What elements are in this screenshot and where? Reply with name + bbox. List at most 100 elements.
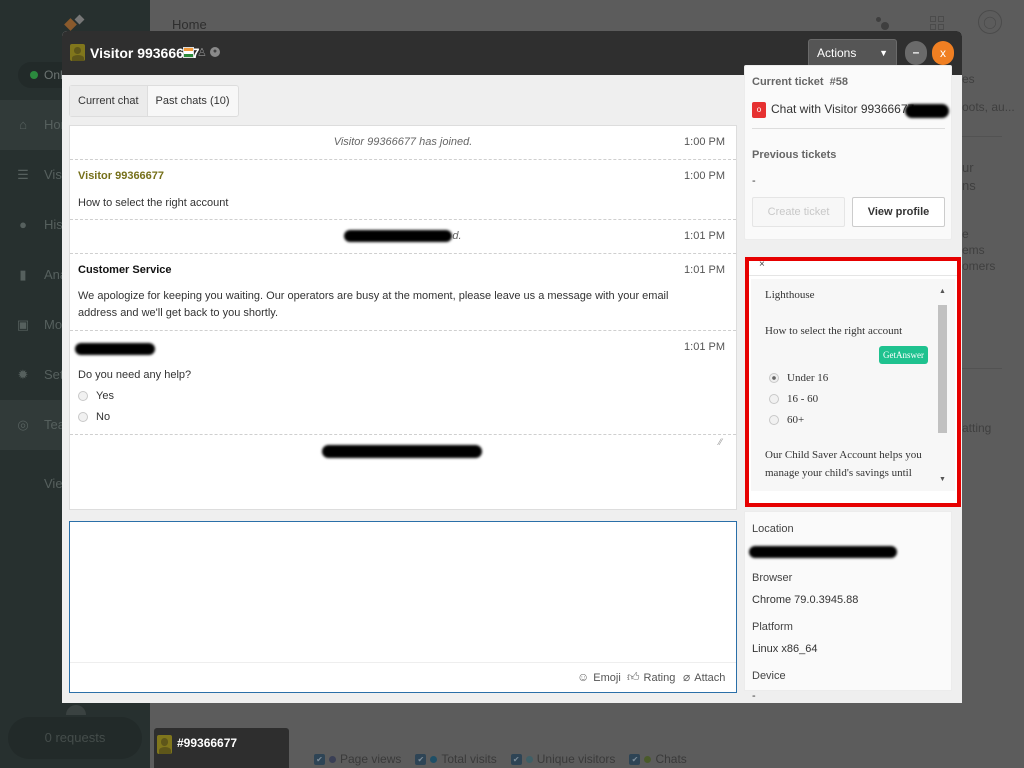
radio-selected[interactable]	[769, 373, 779, 384]
platform-value: Linux x86_64	[752, 643, 818, 655]
message-composer: ☺ Emoji 👍︎ Rating ⌀ Attach	[69, 521, 737, 693]
breadcrumb[interactable]: Home	[172, 17, 207, 32]
message-time: 1:00 PM	[684, 170, 725, 182]
option-16-60[interactable]: 16 - 60	[769, 393, 818, 405]
checkbox-icon[interactable]: ✔	[629, 753, 641, 765]
legend-label: Unique visitors	[536, 752, 616, 766]
thumbs-up-icon: 👍︎	[627, 670, 640, 684]
checkbox-icon[interactable]: ✔	[415, 753, 427, 765]
radio-button[interactable]	[78, 411, 88, 422]
legend-dot	[430, 755, 438, 763]
option-under-16[interactable]: Under 16	[769, 372, 828, 384]
option-no[interactable]: No	[78, 409, 110, 426]
radio-button[interactable]	[769, 415, 779, 426]
option-60-plus[interactable]: 60+	[769, 414, 804, 426]
current-ticket-label: Current ticket #58	[752, 76, 849, 88]
option-label: Yes	[96, 390, 114, 402]
attach-button[interactable]: ⌀ Attach	[683, 670, 725, 684]
lighthouse-question: How to select the right account	[765, 325, 903, 337]
ticket-card: Current ticket #58 o Chat with Visitor 99…	[744, 65, 952, 240]
scroll-up-icon[interactable]: ▲	[938, 287, 947, 295]
linux-os-icon: ♙	[197, 47, 207, 59]
option-yes[interactable]: Yes	[78, 388, 114, 405]
system-message: Visitor 99366677 has joined.	[333, 136, 473, 148]
apps-grid-icon[interactable]	[930, 16, 944, 30]
ticket-status-badge: o	[752, 102, 766, 118]
radio-button[interactable]	[78, 390, 88, 401]
checkbox-icon[interactable]: ✔	[314, 753, 325, 765]
browser-label: Browser	[752, 572, 793, 584]
india-flag-icon	[183, 47, 194, 58]
message-author: Visitor 99366677	[78, 170, 165, 182]
create-ticket-button[interactable]: Create ticket	[752, 197, 845, 227]
device-value: -	[752, 690, 756, 702]
bg-text: oots, au...	[962, 100, 1015, 114]
bg-text: ns	[962, 178, 976, 193]
message-input[interactable]	[70, 522, 736, 662]
bg-text: omers	[962, 259, 996, 273]
clock-icon: ●	[19, 217, 27, 232]
redacted-text	[905, 104, 949, 118]
tab-current-chat[interactable]: Current chat	[70, 86, 148, 116]
redacted-location	[749, 546, 897, 558]
agents-icon	[66, 705, 86, 715]
visitor-info-card: Location Browser Chrome 79.0.3945.88 Pla…	[744, 511, 952, 702]
rating-label: Rating	[643, 672, 676, 684]
legend-chats[interactable]: ✔ Chats	[629, 752, 687, 766]
requests-counter[interactable]: 0 requests	[8, 717, 142, 759]
visitor-avatar-icon	[157, 735, 172, 754]
scrollbar-thumb[interactable]	[938, 305, 947, 433]
actions-dropdown[interactable]: Actions ▼	[808, 39, 897, 67]
rating-button[interactable]: 👍︎ Rating	[627, 670, 675, 685]
chat-message: ⁄⁄	[70, 435, 736, 495]
close-icon[interactable]: ×	[759, 259, 765, 270]
minimize-button[interactable]: –	[905, 41, 927, 65]
divider	[962, 368, 1002, 369]
radio-button[interactable]	[769, 394, 779, 405]
legend-dot	[525, 755, 533, 763]
smiley-icon: ☺	[577, 670, 590, 684]
legend-total-visits[interactable]: ✔ Total visits	[415, 752, 497, 766]
emoji-button[interactable]: ☺ Emoji	[577, 670, 621, 684]
composer-toolbar: ☺ Emoji 👍︎ Rating ⌀ Attach	[70, 662, 736, 692]
close-button[interactable]: x	[932, 41, 954, 65]
option-label: 16 - 60	[787, 393, 819, 405]
bg-text: e	[962, 227, 969, 241]
scroll-down-icon[interactable]: ▼	[938, 475, 947, 483]
legend-page-views[interactable]: ✔ Page views	[314, 752, 401, 766]
get-answer-button[interactable]: GetAnswer	[879, 346, 928, 364]
platform-label: Platform	[752, 621, 793, 633]
resize-handle-icon[interactable]: ⁄⁄	[719, 437, 722, 447]
lighthouse-content[interactable]: Lighthouse How to select the right accou…	[751, 279, 955, 491]
teams-icon: ◎	[17, 417, 29, 432]
current-ticket-link[interactable]: o Chat with Visitor 99366677	[752, 102, 914, 118]
chat-log[interactable]: Visitor 99366677 has joined. 1:00 PM Vis…	[69, 125, 737, 510]
attach-label: Attach	[694, 672, 726, 684]
view-profile-button[interactable]: View profile	[852, 197, 945, 227]
divider	[962, 136, 1002, 137]
chat-message: Visitor 99366677 has joined. 1:00 PM	[70, 126, 736, 160]
message-text: How to select the right account	[78, 197, 229, 209]
minimized-chat-tab[interactable]: #99366677	[154, 728, 289, 768]
legend-dot	[329, 755, 336, 763]
legend-unique-visitors[interactable]: ✔ Unique visitors	[510, 752, 616, 766]
bg-text: es	[962, 72, 975, 86]
user-avatar-icon[interactable]: ◯	[978, 10, 1002, 34]
option-label: Under 16	[787, 372, 829, 384]
checkbox-icon[interactable]: ✔	[510, 753, 522, 765]
paperclip-icon: ⌀	[683, 670, 691, 684]
lighthouse-title: Lighthouse	[765, 289, 815, 301]
option-label: No	[96, 411, 111, 423]
message-author: Customer Service	[78, 264, 172, 276]
scrollbar[interactable]: ▲ ▼	[938, 287, 947, 483]
actions-label: Actions	[817, 46, 857, 60]
chat-message: Visitor 99366677 1:00 PM How to select t…	[70, 160, 736, 220]
browser-value: Chrome 79.0.3945.88	[752, 594, 859, 606]
bar-chart-icon: ▮	[19, 267, 27, 282]
previous-tickets-value: -	[752, 175, 756, 187]
chart-legend: ✔ Page views ✔ Total visits ✔ Unique visito…	[314, 752, 687, 766]
notifications-icon[interactable]	[876, 17, 890, 31]
answer-text-line: Our Child Saver Account helps you	[765, 449, 922, 461]
redacted-author	[75, 343, 155, 355]
tab-past-chats[interactable]: Past chats (10)	[148, 86, 238, 116]
